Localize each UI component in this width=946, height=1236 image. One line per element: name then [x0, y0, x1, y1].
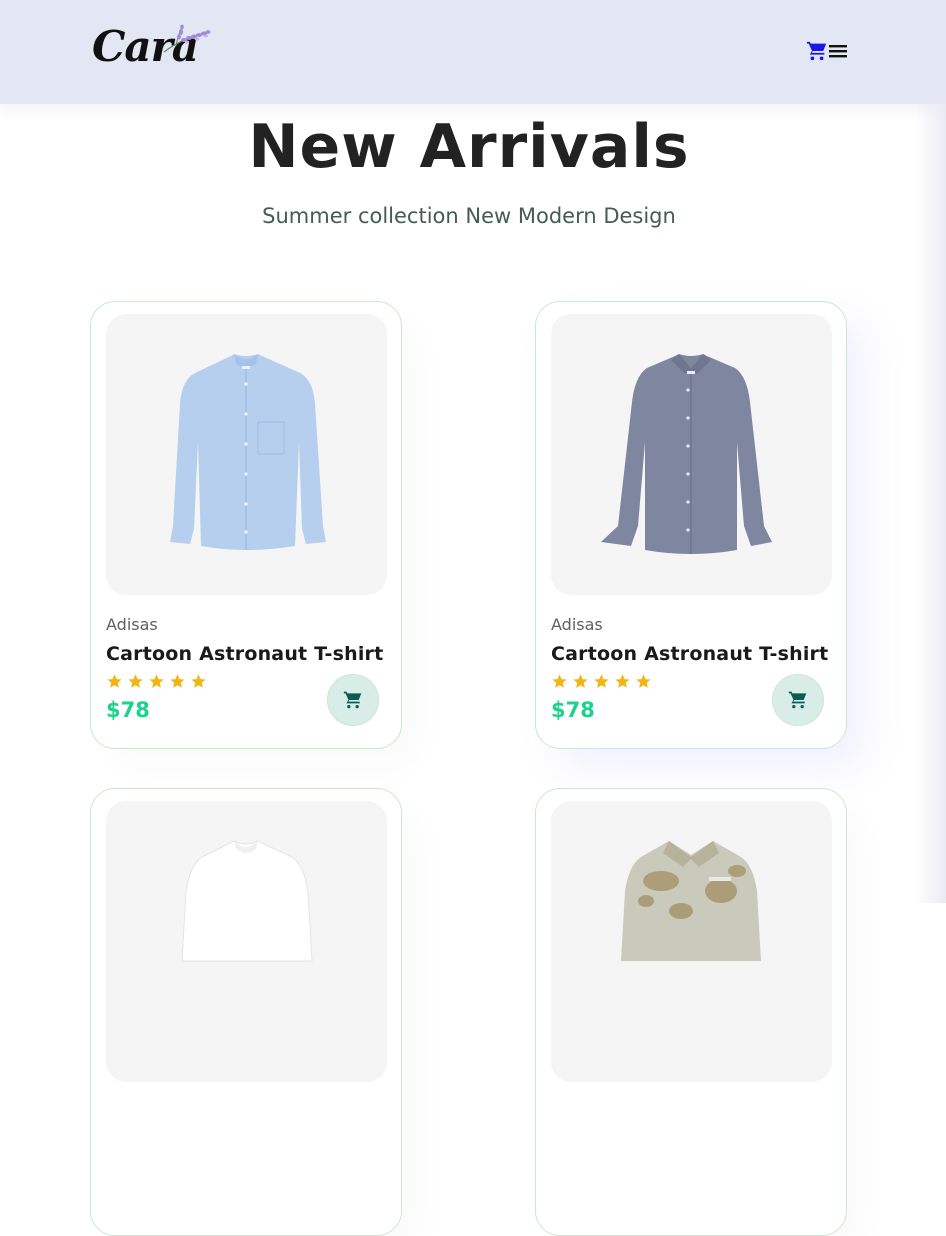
shirt-image	[601, 354, 772, 554]
product-brand: Adisas	[106, 615, 158, 634]
product-brand: Adisas	[551, 615, 603, 634]
menu-icon[interactable]	[829, 43, 847, 59]
product-name[interactable]: Cartoon Astronaut T-shirt	[106, 643, 383, 665]
cart-icon	[343, 691, 362, 709]
star-icon	[573, 674, 588, 688]
product-card[interactable]: Adisas Cartoon Astronaut T-shirt $78	[535, 301, 847, 749]
star-icon	[107, 674, 122, 688]
star-icon	[149, 674, 164, 688]
star-icon	[170, 674, 185, 688]
product-card[interactable]	[90, 788, 402, 1236]
cart-icon	[788, 691, 807, 709]
star-icon	[636, 674, 651, 688]
page-title: New Arrivals	[248, 112, 690, 182]
star-icon	[552, 674, 567, 688]
lavender-sprig-icon	[163, 24, 211, 53]
cart-icon[interactable]	[806, 40, 828, 62]
star-icon	[191, 674, 206, 688]
product-image[interactable]	[106, 314, 387, 595]
add-to-cart-button[interactable]	[772, 674, 824, 726]
product-price: $78	[106, 698, 150, 722]
product-card[interactable]: Adisas Cartoon Astronaut T-shirt $78	[90, 301, 402, 749]
product-image[interactable]	[551, 801, 832, 1082]
product-image[interactable]	[106, 801, 387, 1082]
shirt-image	[181, 840, 313, 962]
shirt-image	[170, 354, 326, 550]
logo[interactable]: Cara	[92, 22, 217, 76]
star-icon	[594, 674, 609, 688]
page-subtitle: Summer collection New Modern Design	[262, 204, 676, 228]
page-edge-shadow	[916, 104, 946, 903]
product-price: $78	[551, 698, 595, 722]
product-rating	[551, 673, 652, 690]
star-icon	[615, 674, 630, 688]
product-rating	[106, 673, 207, 690]
product-image[interactable]	[551, 314, 832, 595]
product-name[interactable]: Cartoon Astronaut T-shirt	[551, 643, 828, 665]
star-icon	[128, 674, 143, 688]
shirt-image	[621, 841, 761, 961]
product-card[interactable]	[535, 788, 847, 1236]
site-header: Cara	[0, 0, 946, 104]
add-to-cart-button[interactable]	[327, 674, 379, 726]
